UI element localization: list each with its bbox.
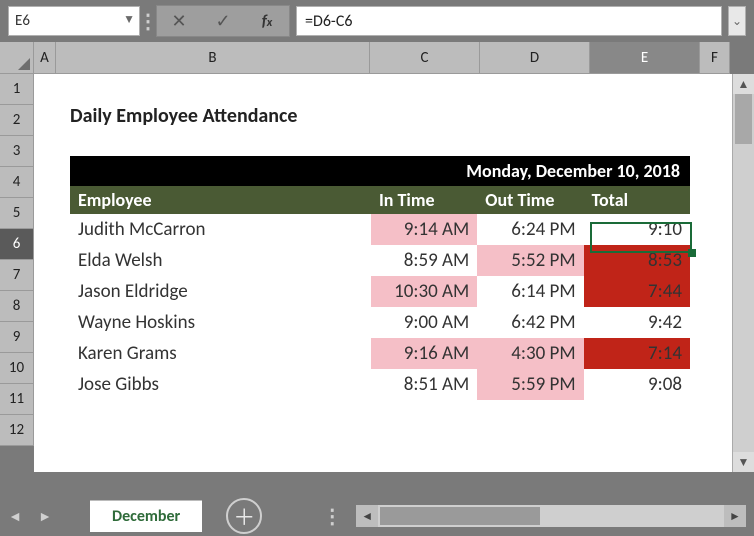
name-box-value: E6	[15, 12, 30, 30]
row-header-1[interactable]: 1	[0, 74, 34, 105]
scroll-down-icon[interactable]: ▼	[733, 452, 754, 472]
date-header: Monday, December 10, 2018	[70, 156, 690, 186]
sheet-area[interactable]: Daily Employee Attendance Monday, Decemb…	[34, 74, 754, 472]
cell[interactable]: 6:14 PM	[477, 276, 583, 307]
cell[interactable]: 6:24 PM	[477, 214, 583, 245]
cell[interactable]: 8:53	[584, 245, 690, 276]
cell[interactable]: 7:14	[584, 338, 690, 369]
name-box[interactable]: E6 ▼	[8, 6, 140, 36]
expand-formula-icon[interactable]: ⌄	[728, 6, 746, 36]
chevron-down-icon[interactable]: ▼	[123, 12, 135, 27]
row-headers: 123456789101112	[0, 74, 34, 446]
cell[interactable]: 5:52 PM	[477, 245, 583, 276]
cell[interactable]: 10:30 AM	[371, 276, 477, 307]
row-header-3[interactable]: 3	[0, 136, 34, 167]
scroll-up-icon[interactable]: ▲	[733, 74, 754, 94]
tab-next-icon[interactable]: ►	[30, 496, 60, 536]
col-header-B[interactable]: B	[56, 42, 370, 74]
col-header-C[interactable]: C	[370, 42, 480, 74]
horizontal-scrollbar[interactable]: ◄ ►	[356, 505, 746, 527]
cell[interactable]: 6:42 PM	[477, 307, 583, 338]
scroll-left-icon[interactable]: ◄	[356, 505, 378, 527]
col-in: In Time	[371, 186, 477, 214]
formula-text: =D6-C6	[305, 12, 352, 31]
cell[interactable]: 9:08	[584, 369, 690, 400]
cell[interactable]: 8:51 AM	[371, 369, 477, 400]
separator: ⋮	[146, 7, 150, 35]
row-header-5[interactable]: 5	[0, 198, 34, 229]
select-all-button[interactable]	[0, 42, 34, 74]
col-header-D[interactable]: D	[480, 42, 590, 74]
cell[interactable]: Jason Eldridge	[70, 276, 371, 307]
col-header-A[interactable]: A	[34, 42, 56, 74]
cell[interactable]: 7:44	[584, 276, 690, 307]
cell[interactable]: Karen Grams	[70, 338, 371, 369]
row-header-7[interactable]: 7	[0, 260, 34, 291]
cancel-icon[interactable]: ✕	[157, 6, 201, 36]
col-employee: Employee	[70, 186, 371, 214]
separator: ⋮	[322, 504, 342, 529]
fill-handle[interactable]	[688, 249, 696, 257]
hscroll-thumb[interactable]	[380, 507, 540, 525]
col-header-E[interactable]: E	[590, 42, 700, 74]
row-header-10[interactable]: 10	[0, 353, 34, 384]
cell[interactable]: Judith McCarron	[70, 214, 371, 245]
fx-icon[interactable]: fx	[245, 6, 289, 36]
column-headers: ABCDEF	[34, 42, 754, 74]
cell[interactable]: 9:16 AM	[371, 338, 477, 369]
spreadsheet-grid: 123456789101112 ABCDEF Daily Employee At…	[0, 42, 754, 472]
table-row[interactable]: Elda Welsh8:59 AM5:52 PM8:53	[70, 245, 690, 276]
row-header-6[interactable]: 6	[0, 229, 34, 260]
cell[interactable]: Elda Welsh	[70, 245, 371, 276]
row-header-8[interactable]: 8	[0, 291, 34, 322]
cell[interactable]: 8:59 AM	[371, 245, 477, 276]
row-header-2[interactable]: 2	[0, 105, 34, 136]
table-row[interactable]: Judith McCarron9:14 AM6:24 PM9:10	[70, 214, 690, 245]
tab-label: December	[112, 507, 180, 526]
enter-icon[interactable]: ✓	[201, 6, 245, 36]
row-header-9[interactable]: 9	[0, 322, 34, 353]
cell[interactable]: 9:10	[584, 214, 690, 245]
vertical-scrollbar[interactable]: ▲ ▼	[732, 74, 754, 472]
cell[interactable]: 5:59 PM	[477, 369, 583, 400]
row-header-11[interactable]: 11	[0, 384, 34, 415]
col-out: Out Time	[477, 186, 583, 214]
table-row[interactable]: Jason Eldridge10:30 AM6:14 PM7:44	[70, 276, 690, 307]
row-header-12[interactable]: 12	[0, 415, 34, 446]
cell[interactable]: 4:30 PM	[477, 338, 583, 369]
cell[interactable]: 9:14 AM	[371, 214, 477, 245]
row-header-4[interactable]: 4	[0, 167, 34, 198]
cell[interactable]: 9:42	[584, 307, 690, 338]
formula-bar: E6 ▼ ⋮ ✕ ✓ fx =D6-C6 ⌄	[0, 0, 754, 42]
scroll-thumb[interactable]	[735, 94, 752, 144]
formula-buttons: ✕ ✓ fx	[156, 5, 290, 37]
formula-input[interactable]: =D6-C6	[296, 6, 722, 36]
cell[interactable]: Jose Gibbs	[70, 369, 371, 400]
tab-december[interactable]: December	[90, 500, 202, 532]
attendance-table: Monday, December 10, 2018 Employee In Ti…	[70, 156, 690, 400]
table-row[interactable]: Karen Grams9:16 AM4:30 PM7:14	[70, 338, 690, 369]
col-header-F[interactable]: F	[700, 42, 730, 74]
table-row[interactable]: Wayne Hoskins9:00 AM6:42 PM9:42	[70, 307, 690, 338]
add-sheet-button[interactable]: ＋	[226, 498, 262, 534]
col-total: Total	[584, 186, 690, 214]
scroll-right-icon[interactable]: ►	[724, 505, 746, 527]
cell[interactable]: Wayne Hoskins	[70, 307, 371, 338]
page-title: Daily Employee Attendance	[70, 104, 297, 128]
sheet-tab-bar: ◄ ► December ＋ ⋮ ◄ ►	[0, 496, 754, 536]
table-row[interactable]: Jose Gibbs8:51 AM5:59 PM9:08	[70, 369, 690, 400]
cell[interactable]: 9:00 AM	[371, 307, 477, 338]
tab-prev-icon[interactable]: ◄	[0, 496, 30, 536]
